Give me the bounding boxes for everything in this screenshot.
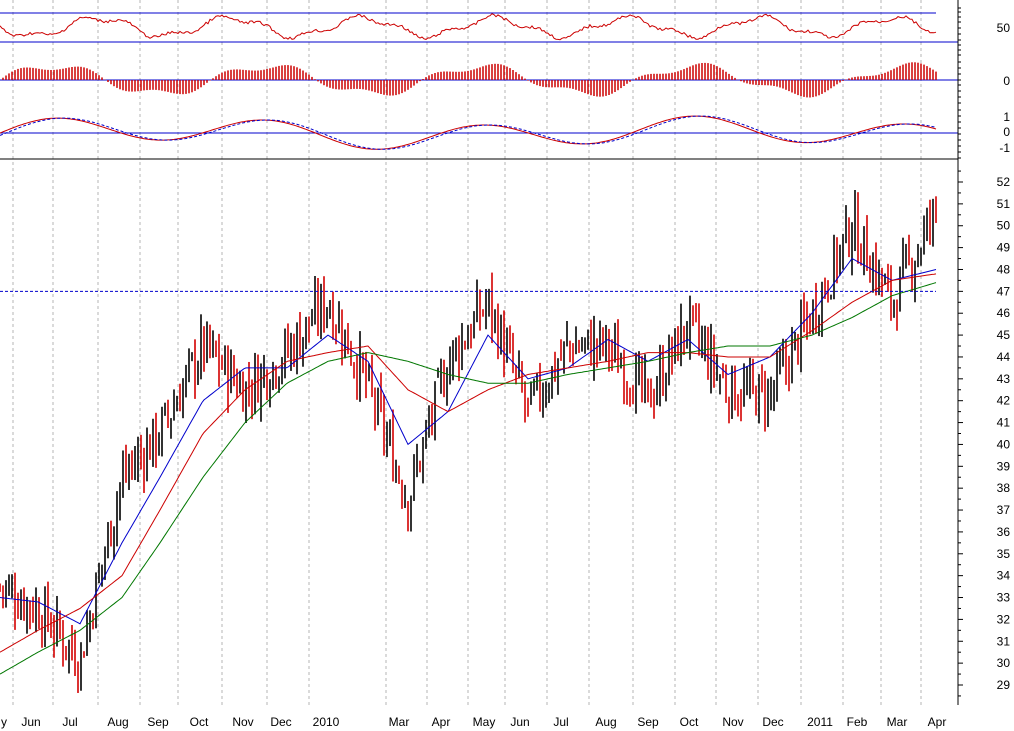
y-tick-label: 49 — [997, 241, 1011, 255]
y-axis-ticks: 52 51 50 49 48 47 46 45 44 43 42 41 40 39 38 37 36 35 34 33… — [957, 0, 1011, 705]
y-tick-label: 50 — [997, 219, 1011, 233]
x-tick-label: Sep — [637, 715, 659, 729]
x-tick-label: Nov — [232, 715, 253, 729]
y-tick-label: 39 — [997, 459, 1011, 473]
x-tick-label: Oct — [190, 715, 209, 729]
panel3-tick-label: -1 — [999, 141, 1010, 155]
y-tick-label: 51 — [997, 197, 1011, 211]
y-tick-label: 35 — [997, 547, 1011, 561]
x-tick-label: Jun — [510, 715, 529, 729]
y-tick-label: 34 — [997, 569, 1011, 583]
x-tick-label: Mar — [389, 715, 410, 729]
y-tick-label: 43 — [997, 372, 1011, 386]
y-tick-label: 46 — [997, 306, 1011, 320]
y-tick-label: 37 — [997, 503, 1011, 517]
histogram-panel — [0, 62, 958, 98]
x-tick-label: y — [1, 715, 7, 729]
y-tick-label: 38 — [997, 481, 1011, 495]
x-tick-label: Jul — [553, 715, 568, 729]
x-tick-label: Oct — [680, 715, 699, 729]
panel3-tick-label: 1 — [1003, 110, 1010, 124]
y-tick-label: 45 — [997, 328, 1011, 342]
x-tick-label: Apr — [928, 715, 947, 729]
y-tick-label: 33 — [997, 591, 1011, 605]
x-tick-label: Feb — [847, 715, 868, 729]
y-tick-label: 47 — [997, 284, 1011, 298]
oscillator-panel-1 — [0, 12, 958, 43]
x-tick-label: Apr — [432, 715, 451, 729]
y-tick-label: 42 — [997, 394, 1011, 408]
x-tick-label: Jul — [62, 715, 77, 729]
x-tick-label: Nov — [722, 715, 743, 729]
y-tick-label: 41 — [997, 416, 1011, 430]
x-tick-label: May — [473, 715, 496, 729]
x-tick-label: Aug — [107, 715, 128, 729]
y-tick-label: 36 — [997, 525, 1011, 539]
oscillator-panel-2 — [0, 115, 958, 150]
y-tick-label: 44 — [997, 350, 1011, 364]
x-tick-label: Mar — [887, 715, 908, 729]
y-tick-label: 31 — [997, 634, 1011, 648]
panel2-tick-label: 0 — [1003, 74, 1010, 88]
y-tick-label: 30 — [997, 656, 1011, 670]
x-tick-label: Aug — [595, 715, 616, 729]
x-tick-label: 2011 — [807, 715, 833, 729]
panel1-tick-label: 50 — [997, 21, 1011, 35]
x-axis-ticks: y Jun Jul Aug Sep Oct Nov Dec 2010 Mar Apr May Jun Ju… — [1, 715, 946, 729]
panel3-tick-label: 0 — [1003, 125, 1010, 139]
y-tick-label: 32 — [997, 612, 1011, 626]
x-tick-label: Dec — [762, 715, 783, 729]
y-tick-label: 29 — [997, 678, 1011, 692]
x-tick-label: Jun — [21, 715, 40, 729]
y-tick-label: 52 — [997, 175, 1011, 189]
y-tick-label: 40 — [997, 437, 1011, 451]
stock-chart: 52 51 50 49 48 47 46 45 44 43 42 41 40 39 38 37 36 35 34 33… — [0, 0, 1011, 729]
x-tick-label: 2010 — [313, 715, 340, 729]
x-tick-label: Dec — [270, 715, 291, 729]
vertical-gridlines — [12, 0, 922, 705]
y-tick-label: 48 — [997, 262, 1011, 276]
x-tick-label: Sep — [147, 715, 169, 729]
